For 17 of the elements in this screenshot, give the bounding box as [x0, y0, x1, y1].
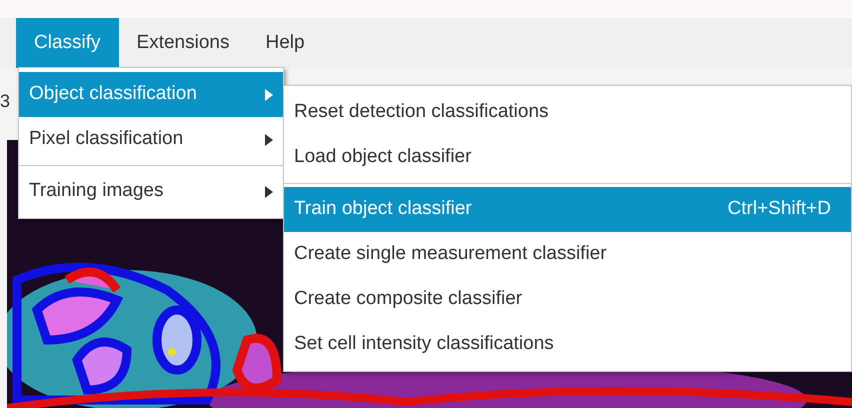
menu-item[interactable]: Create single measurement classifier	[284, 232, 851, 277]
menu-item[interactable]: Extensions	[118, 18, 248, 68]
menu-item[interactable]: Training images	[19, 169, 283, 214]
submenu-arrow-icon	[265, 134, 273, 146]
label-text: 3	[0, 90, 10, 113]
submenu-arrow-icon	[265, 186, 273, 198]
menu-item[interactable]: Set cell intensity classifications	[284, 322, 851, 367]
menu-item[interactable]: Train object classifier Ctrl+Shift+D	[284, 187, 851, 232]
menu-item[interactable]: Pixel classification	[19, 117, 283, 162]
menu-item[interactable]: Classify	[16, 18, 119, 68]
shortcut-text: Ctrl+Shift+D	[728, 197, 832, 222]
menu-item[interactable]: Help	[247, 18, 323, 68]
menu-item[interactable]: Reset detection classifications	[284, 90, 851, 135]
menu-item[interactable]: Object classification	[19, 72, 283, 117]
menu-item[interactable]: Create composite classifier	[284, 277, 851, 322]
submenu-arrow-icon	[265, 88, 273, 100]
menu-item[interactable]: Load object classifier	[284, 135, 851, 180]
